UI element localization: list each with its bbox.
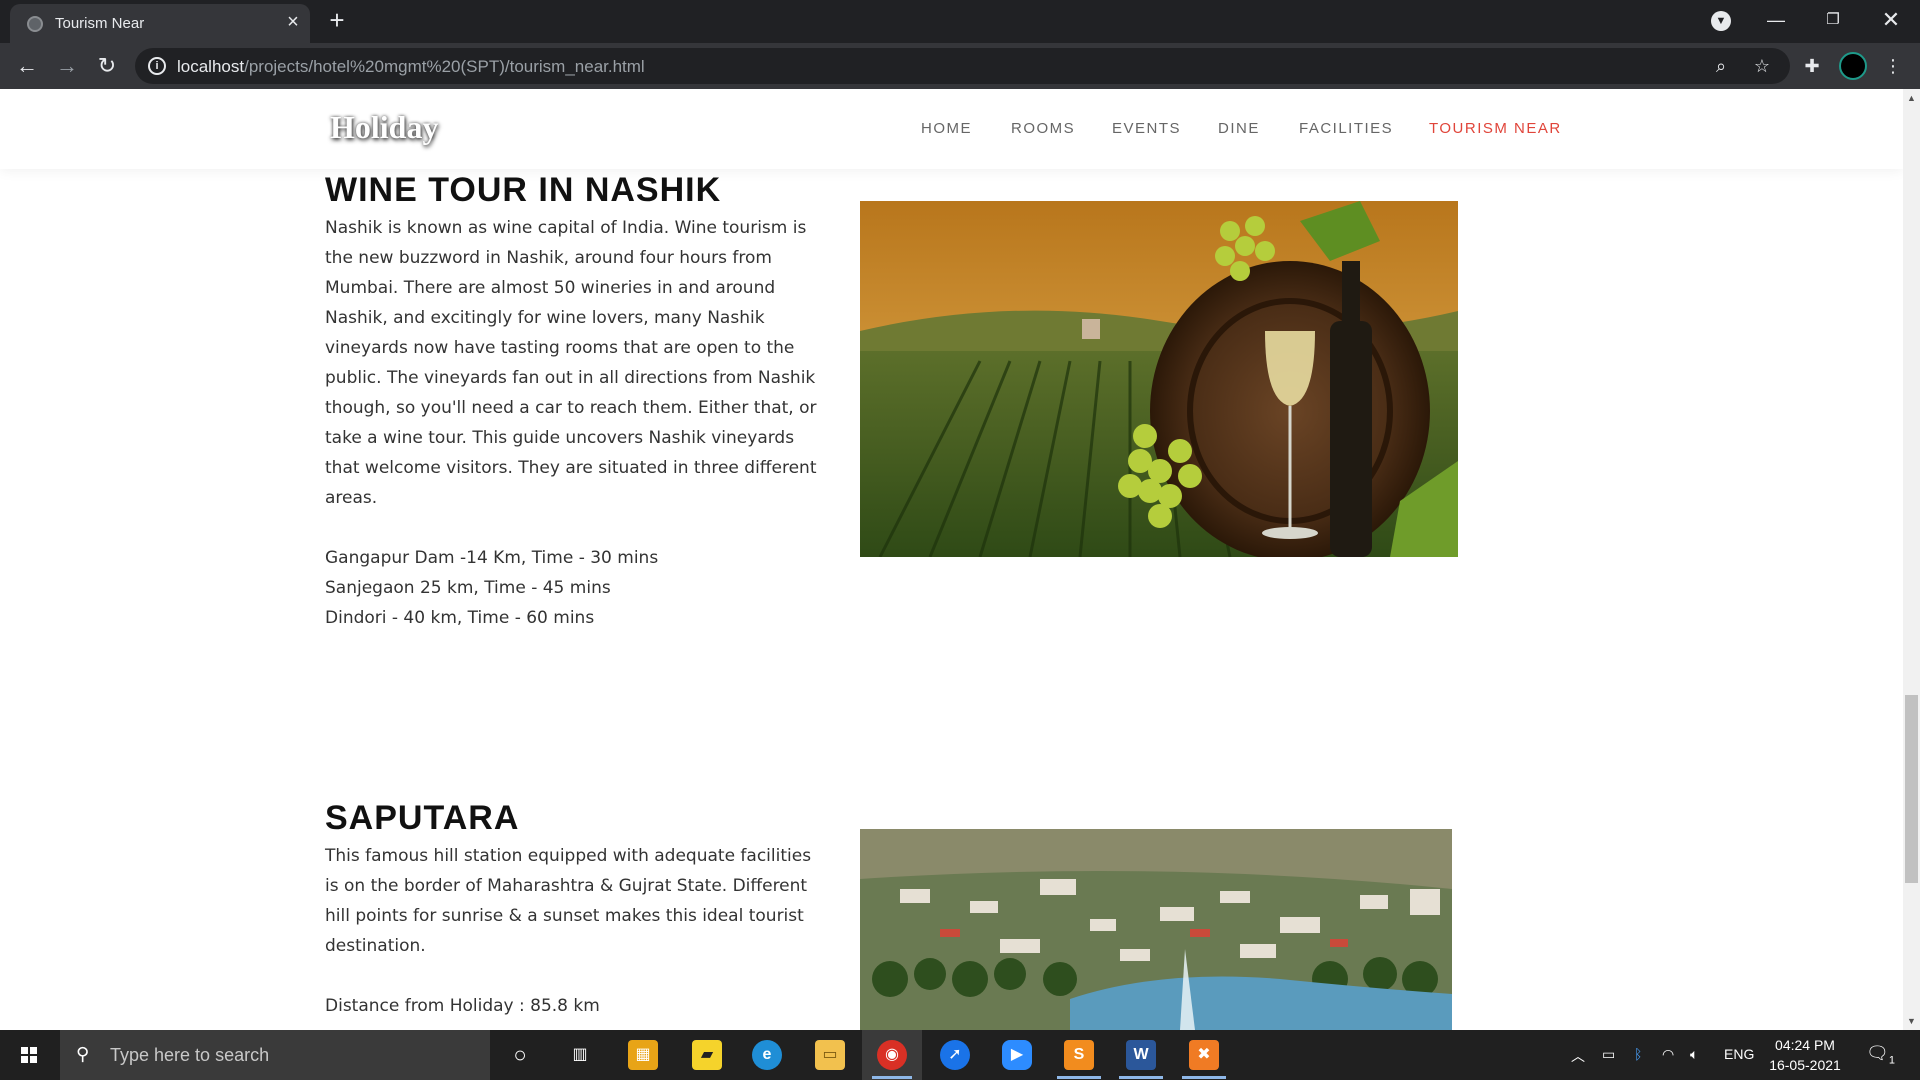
nav-events[interactable]: EVENTS xyxy=(1112,120,1181,137)
bluetooth-icon[interactable]: ᛒ xyxy=(1634,1046,1642,1062)
detail-line: Gangapur Dam -14 Km, Time - 30 mins xyxy=(325,548,659,568)
sublime-text-icon[interactable]: S xyxy=(1064,1040,1094,1070)
detail-line: Sanjegaon 25 km, Time - 45 mins xyxy=(325,578,611,598)
windows-taskbar: ⚲ Type here to search ○ ▥ ▦ ▰ e ▭ ◉ ➚ ▶ … xyxy=(0,1030,1920,1080)
sticky-notes-icon[interactable]: ▰ xyxy=(692,1040,722,1070)
tab-title: Tourism Near xyxy=(55,15,145,32)
wifi-icon[interactable]: ◠ xyxy=(1662,1046,1674,1063)
search-icon: ⚲ xyxy=(76,1044,90,1064)
nav-facilities[interactable]: FACILITIES xyxy=(1299,120,1393,137)
language-indicator[interactable]: ENG xyxy=(1724,1046,1754,1062)
section-title-saputara: SAPUTARA xyxy=(325,799,520,837)
notification-center-icon[interactable]: 🗨︎1 xyxy=(1866,1043,1895,1067)
nav-tourism-near[interactable]: TOURISM NEAR xyxy=(1429,120,1562,137)
browser-tab[interactable]: Tourism Near × xyxy=(10,4,310,43)
section-description-wine-tour: Nashik is known as wine capital of India… xyxy=(325,218,817,508)
chrome-icon[interactable]: ◉ xyxy=(877,1040,907,1070)
detail-line: Distance from Holiday : 85.8 km xyxy=(325,996,600,1016)
site-info-icon[interactable]: i xyxy=(148,57,166,75)
page-scrollbar[interactable]: ▲ ▼ xyxy=(1903,89,1920,1030)
section-title-wine-tour: WINE TOUR IN NASHIK xyxy=(325,171,722,209)
start-button[interactable] xyxy=(0,1030,60,1080)
url-text[interactable]: localhost/projects/hotel%20mgmt%20(SPT)/… xyxy=(177,57,645,77)
edge-browser-icon[interactable]: e xyxy=(752,1040,782,1070)
search-placeholder: Type here to search xyxy=(110,1045,270,1065)
saputara-image xyxy=(860,829,1452,1030)
task-view-icon[interactable]: ▥ xyxy=(565,1040,595,1070)
cortana-icon[interactable]: ○ xyxy=(505,1040,535,1070)
scroll-thumb[interactable] xyxy=(1905,695,1918,883)
scroll-down-arrow-icon[interactable]: ▼ xyxy=(1907,1016,1916,1026)
nav-dine[interactable]: DINE xyxy=(1218,120,1260,137)
browser-tab-bar: Tourism Near × + ▼ — ❐ ✕ xyxy=(0,0,1920,43)
site-header: Holiday HOME ROOMS EVENTS DINE FACILITIE… xyxy=(0,89,1903,169)
battery-icon[interactable]: ▭ xyxy=(1602,1046,1615,1063)
reload-icon[interactable]: ↻ xyxy=(92,51,122,81)
compass-app-icon[interactable]: ➚ xyxy=(940,1040,970,1070)
microsoft-store-icon[interactable]: ▦ xyxy=(628,1040,658,1070)
xampp-icon[interactable]: ✖ xyxy=(1189,1040,1219,1070)
browser-toolbar: ← → ↻ i localhost/projects/hotel%20mgmt%… xyxy=(0,43,1920,89)
forward-arrow-icon[interactable]: → xyxy=(52,51,82,81)
new-tab-button[interactable]: + xyxy=(325,7,349,33)
chrome-active-indicator xyxy=(872,1076,912,1079)
zoom-icon[interactable]: ⌕ xyxy=(1710,55,1732,77)
file-explorer-icon[interactable]: ▭ xyxy=(815,1040,845,1070)
restore-button[interactable]: ❐ xyxy=(1810,4,1856,36)
back-arrow-icon[interactable]: ← xyxy=(12,51,42,81)
taskbar-search-box[interactable]: ⚲ Type here to search xyxy=(60,1030,490,1080)
notification-count: 1 xyxy=(1888,1054,1895,1067)
globe-icon xyxy=(27,16,43,32)
xampp-running-indicator xyxy=(1182,1076,1226,1079)
windows-logo-icon xyxy=(21,1047,37,1063)
menu-kebab-icon[interactable]: ⋮ xyxy=(1881,54,1905,78)
nav-home[interactable]: HOME xyxy=(921,120,972,137)
volume-icon[interactable]: 🔈︎ xyxy=(1690,1046,1698,1063)
nav-rooms[interactable]: ROOMS xyxy=(1011,120,1075,137)
clock-date: 16-05-2021 xyxy=(1769,1057,1841,1073)
wine-tour-image xyxy=(860,201,1458,557)
tray-overflow-chevron-icon[interactable]: ︿ xyxy=(1571,1046,1585,1066)
zoom-app-icon[interactable]: ▶ xyxy=(1002,1040,1032,1070)
extensions-puzzle-icon[interactable]: ✚ xyxy=(1800,54,1824,78)
detail-line: Dindori - 40 km, Time - 60 mins xyxy=(325,608,595,628)
section-description-saputara: This famous hill station equipped with a… xyxy=(325,846,812,956)
scroll-up-arrow-icon[interactable]: ▲ xyxy=(1907,93,1916,103)
sublime-running-indicator xyxy=(1057,1076,1101,1079)
minimize-button[interactable]: — xyxy=(1753,4,1799,36)
tab-search-icon[interactable]: ▼ xyxy=(1711,11,1731,31)
profile-avatar[interactable] xyxy=(1839,52,1867,80)
close-window-button[interactable]: ✕ xyxy=(1868,4,1914,36)
site-logo[interactable]: Holiday xyxy=(330,109,438,146)
page-viewport: Holiday HOME ROOMS EVENTS DINE FACILITIE… xyxy=(0,89,1903,1030)
clock-time: 04:24 PM xyxy=(1775,1037,1835,1053)
word-running-indicator xyxy=(1119,1076,1163,1079)
word-icon[interactable]: W xyxy=(1126,1040,1156,1070)
close-tab-icon[interactable]: × xyxy=(283,12,303,32)
taskbar-clock[interactable]: 04:24 PM 16-05-2021 xyxy=(1765,1035,1845,1075)
bookmark-star-icon[interactable]: ☆ xyxy=(1751,55,1773,77)
address-bar[interactable]: i localhost/projects/hotel%20mgmt%20(SPT… xyxy=(135,48,1790,84)
